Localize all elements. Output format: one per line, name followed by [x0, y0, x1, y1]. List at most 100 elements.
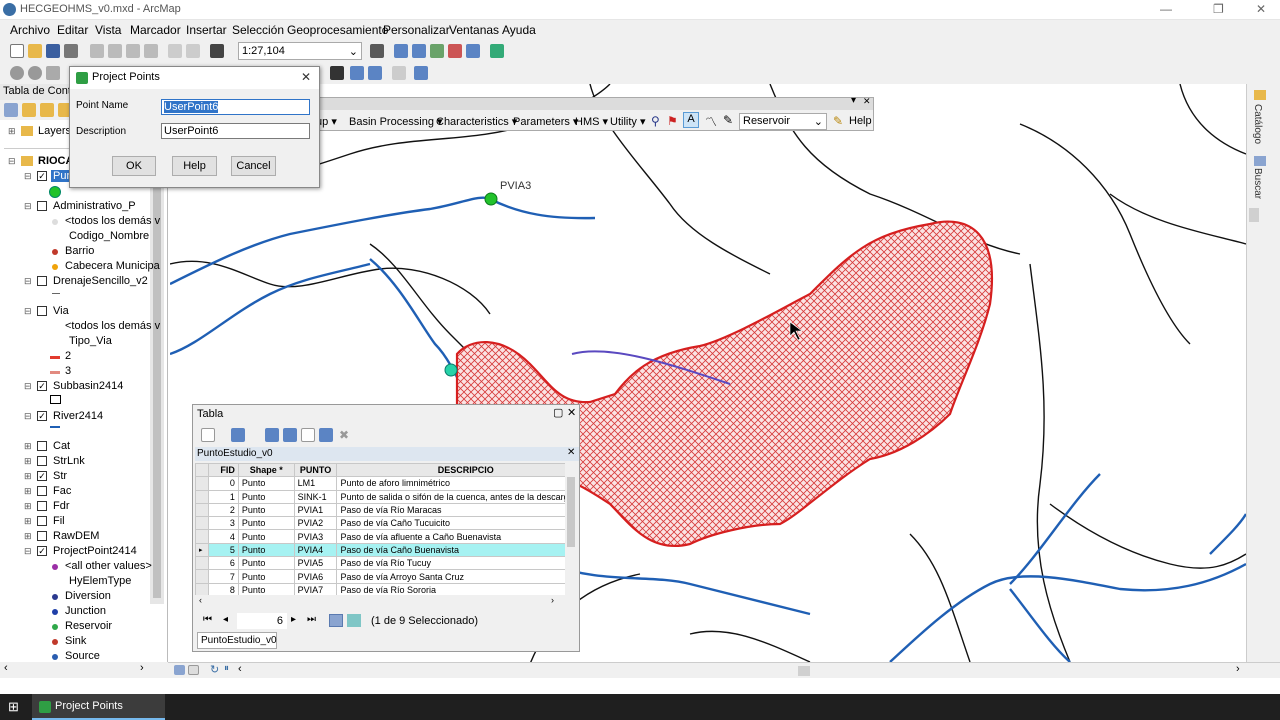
- undo-icon[interactable]: [168, 44, 182, 58]
- layer-cat[interactable]: Cat: [53, 440, 70, 452]
- select-by-attributes-icon[interactable]: [265, 428, 279, 442]
- catalog-tab-icon[interactable]: [1254, 90, 1266, 100]
- row-selector[interactable]: [195, 489, 209, 504]
- flow-path-icon[interactable]: ⚲: [651, 114, 660, 128]
- table-row[interactable]: ▸ 5 Punto PVIA4 Paso de vía Caño Buenavista: [195, 542, 565, 558]
- layer-rawdem[interactable]: RawDEM: [53, 530, 99, 542]
- save-icon[interactable]: [46, 44, 60, 58]
- layout-view-icon[interactable]: [188, 665, 199, 675]
- legend-field-tipo-via[interactable]: Tipo_Via: [69, 335, 112, 347]
- legend-other-values[interactable]: <todos los demás v: [65, 320, 160, 332]
- expand-icon[interactable]: ⊞: [24, 501, 32, 512]
- layer-strlnk[interactable]: StrLnk: [53, 455, 85, 467]
- delete-icon[interactable]: [144, 44, 158, 58]
- layer-via[interactable]: Via: [53, 305, 69, 317]
- legend-via-3[interactable]: 3: [65, 365, 71, 377]
- table-row[interactable]: 3 Punto PVIA2 Paso de vía Caño Tucuicito: [195, 516, 565, 531]
- go-to-xy-icon[interactable]: [350, 66, 364, 80]
- collapse-icon[interactable]: ⊟: [24, 306, 32, 317]
- related-tables-icon[interactable]: [231, 428, 245, 442]
- row-selector[interactable]: [195, 569, 209, 584]
- legend-all-other-values[interactable]: <all other values>: [65, 560, 152, 572]
- close-icon[interactable]: ✕: [567, 406, 576, 419]
- taskbar-item-project-points[interactable]: Project Points: [32, 694, 165, 720]
- legend-reservoir[interactable]: Reservoir: [65, 620, 112, 632]
- catalog-icon[interactable]: [412, 44, 426, 58]
- modelbuilder-icon[interactable]: [490, 44, 504, 58]
- menu-vista[interactable]: Vista: [95, 23, 121, 37]
- project-point-tool-icon[interactable]: A: [683, 112, 699, 128]
- expand-icon[interactable]: ⊞: [24, 486, 32, 497]
- ok-button[interactable]: OK: [112, 156, 156, 176]
- table-row[interactable]: 0 Punto LM1 Punto de aforo limnimétrico: [195, 476, 565, 491]
- measure-icon[interactable]: [368, 66, 382, 80]
- collapse-icon[interactable]: ⊟: [24, 201, 32, 212]
- layer-checkbox[interactable]: ✓: [37, 546, 47, 556]
- layer-fac[interactable]: Fac: [53, 485, 71, 497]
- copy-icon[interactable]: [108, 44, 122, 58]
- help-button[interactable]: Help: [849, 115, 872, 127]
- menu-archivo[interactable]: Archivo: [10, 23, 50, 37]
- row-selector[interactable]: [195, 582, 209, 595]
- layer-fil[interactable]: Fil: [53, 515, 65, 527]
- row-selector[interactable]: [195, 529, 209, 544]
- find-icon[interactable]: [330, 66, 344, 80]
- expand-icon[interactable]: ⊞: [24, 456, 32, 467]
- menu-insertar[interactable]: Insertar: [186, 23, 227, 37]
- html-popup-icon[interactable]: [414, 66, 428, 80]
- legend-field-codigo-nombre[interactable]: Codigo_Nombre: [69, 230, 149, 242]
- zoom-out-icon[interactable]: [28, 66, 42, 80]
- close-icon[interactable]: ✕: [1256, 2, 1266, 16]
- parameters-menu[interactable]: Parameters ▾: [513, 115, 578, 128]
- legend-other-values[interactable]: <todos los demás v: [65, 215, 160, 227]
- collapse-icon[interactable]: ⊟: [24, 276, 32, 287]
- clear-selection-icon[interactable]: [301, 428, 315, 442]
- profile-icon[interactable]: 〽: [705, 113, 717, 130]
- menu-editar[interactable]: Editar: [57, 23, 88, 37]
- layer-barrio[interactable]: Barrio: [65, 245, 94, 257]
- row-selector[interactable]: [195, 502, 209, 518]
- column-header-descripcio[interactable]: DESCRIPCIO: [336, 463, 565, 478]
- layer-checkbox[interactable]: ✓: [37, 411, 47, 421]
- basin-processing-menu[interactable]: Basin Processing ▾: [349, 115, 443, 128]
- add-point-icon[interactable]: ⚑: [667, 114, 678, 128]
- table-row[interactable]: 8 Punto PVIA7 Paso de vía Río Sororia: [195, 582, 565, 595]
- legend-sink[interactable]: Sink: [65, 635, 86, 647]
- close-toolbar-icon[interactable]: ✕: [863, 96, 871, 107]
- data-view-icon[interactable]: [174, 665, 185, 675]
- arctoolbox-icon[interactable]: [448, 44, 462, 58]
- cancel-button[interactable]: Cancel: [231, 156, 276, 176]
- close-tab-icon[interactable]: ✕: [567, 447, 575, 458]
- collapse-icon[interactable]: ⊟: [24, 411, 32, 422]
- table-horizontal-scrollbar[interactable]: ‹ ›: [195, 595, 565, 607]
- project-point-pvia3[interactable]: [484, 192, 498, 206]
- switch-selection-icon[interactable]: [283, 428, 297, 442]
- last-record-icon[interactable]: ⏭: [307, 614, 316, 625]
- legend-via-2[interactable]: 2: [65, 350, 71, 362]
- table-row[interactable]: 4 Punto PVIA3 Paso de vía afluente a Caño B…: [195, 529, 565, 544]
- scale-combo[interactable]: 1:27,104 ⌄: [238, 42, 362, 60]
- table-row[interactable]: 1 Punto SINK-1 Punto de salida o sifón de l…: [195, 489, 565, 504]
- layer-checkbox[interactable]: ✓: [37, 171, 47, 181]
- zoom-to-selected-icon[interactable]: [319, 428, 333, 442]
- windows-start-icon[interactable]: ⊞: [8, 700, 21, 713]
- layer-cabecera-municipal[interactable]: Cabecera Municipa: [65, 260, 160, 272]
- description-input[interactable]: UserPoint6: [161, 123, 310, 139]
- layer-fdr[interactable]: Fdr: [53, 500, 70, 512]
- menu-marcador[interactable]: Marcador: [130, 23, 181, 37]
- map-vertical-scroll-thumb[interactable]: [1249, 208, 1259, 222]
- legend-diversion[interactable]: Diversion: [65, 590, 111, 602]
- layer-checkbox[interactable]: [37, 516, 47, 526]
- table-row[interactable]: 6 Punto PVIA5 Paso de vía Río Tucuy: [195, 556, 565, 571]
- layer-checkbox[interactable]: ✓: [37, 471, 47, 481]
- redo-icon[interactable]: [186, 44, 200, 58]
- point-type-select[interactable]: Reservoir ⌄: [739, 113, 827, 130]
- legend-field-hyelemtype[interactable]: HyElemType: [69, 575, 131, 587]
- collapse-icon[interactable]: ⊟: [24, 546, 32, 557]
- scroll-left-icon[interactable]: ‹: [238, 663, 242, 675]
- layers-label[interactable]: Layers: [38, 125, 71, 137]
- row-selector[interactable]: [195, 556, 209, 571]
- table-vertical-scrollbar[interactable]: [565, 463, 577, 595]
- layer-checkbox[interactable]: [37, 486, 47, 496]
- menu-geoprocesamiento[interactable]: Geoprocesamiento: [287, 23, 388, 37]
